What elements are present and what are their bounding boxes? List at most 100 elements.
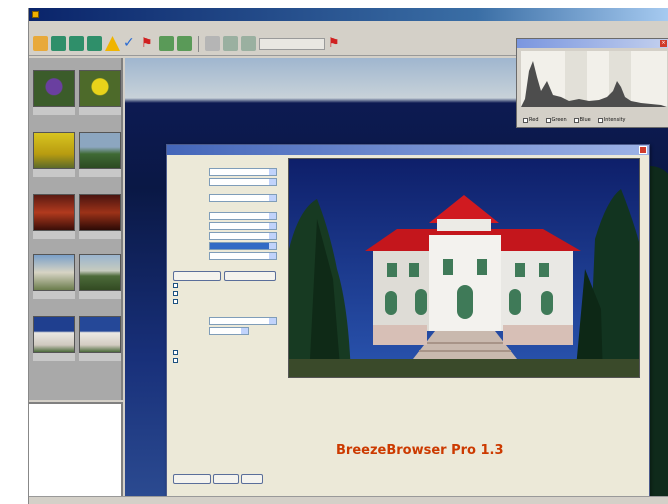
histogram-option-green[interactable]: Green (545, 117, 567, 123)
close-icon[interactable] (639, 146, 647, 154)
warning-icon[interactable] (105, 36, 120, 51)
checkbox-icon (573, 117, 579, 123)
thumbnail[interactable] (33, 254, 75, 299)
product-caption: BreezeBrowser Pro 1.3 (336, 443, 504, 458)
dropdown[interactable] (209, 326, 249, 335)
checkbox-option[interactable] (173, 348, 285, 356)
thumbnail-caption (33, 291, 75, 299)
group-output-file-name (173, 341, 285, 347)
checkbox-icon (173, 357, 178, 363)
histogram-option-red[interactable]: Red (523, 117, 539, 123)
dropdown[interactable] (209, 177, 277, 186)
thumbnail[interactable] (33, 194, 75, 239)
interior-photo-thumbnail (79, 194, 121, 231)
dropdown[interactable] (209, 251, 277, 260)
thumbnail-caption (79, 291, 121, 299)
breezebrowser-window: ✓ ⚑ ⚑ × Red Green Blue Intensity (28, 8, 668, 504)
checkbox-option[interactable] (173, 297, 285, 305)
back-icon[interactable] (223, 36, 238, 51)
group-conversion-settings (173, 160, 285, 166)
dropdown[interactable] (209, 231, 277, 240)
dropdown[interactable] (209, 221, 277, 230)
histogram-option-blue[interactable]: Blue (573, 117, 591, 123)
dropdown[interactable] (209, 167, 277, 176)
toolbar-separator (198, 35, 199, 52)
grid-icon[interactable] (69, 36, 84, 51)
checkbox-option[interactable] (173, 356, 285, 364)
thumbnail[interactable] (33, 316, 75, 361)
forward-icon[interactable] (241, 36, 256, 51)
building-photo-thumbnail (33, 316, 75, 353)
convert-button[interactable] (213, 473, 239, 484)
dropdown[interactable] (209, 316, 277, 325)
histogram-channel-options: Red Green Blue Intensity (523, 117, 626, 123)
checkbox-icon (173, 282, 178, 288)
preview-image-graphic (289, 159, 639, 377)
flag-icon[interactable]: ⚑ (328, 36, 343, 51)
flower-photo-thumbnail (79, 70, 121, 107)
status-bar (29, 496, 668, 504)
checkbox-icon (523, 117, 528, 123)
checkmark-icon[interactable]: ✓ (123, 36, 138, 51)
close-button[interactable] (241, 473, 263, 484)
interior-photo-thumbnail (33, 194, 75, 231)
image-info-panel (29, 402, 123, 496)
grid-icon[interactable] (87, 36, 102, 51)
group-output-settings (173, 309, 285, 315)
folder-icon[interactable] (33, 36, 48, 51)
checkbox-icon (173, 298, 178, 304)
search-box[interactable] (259, 37, 325, 50)
histogram-titlebar: × (517, 39, 668, 48)
thumbnail[interactable] (79, 194, 121, 239)
thumbnail[interactable] (79, 316, 121, 361)
checkbox-icon (545, 117, 551, 123)
more-settings-button[interactable] (173, 270, 221, 281)
checkbox-option[interactable] (173, 281, 285, 289)
landscape-photo-thumbnail (79, 132, 121, 169)
checkbox-option[interactable] (173, 289, 285, 297)
app-icon (32, 11, 39, 18)
window-titlebar (29, 8, 668, 21)
dropdown[interactable] (209, 211, 277, 220)
histogram-graph (521, 51, 667, 107)
web-icon[interactable] (205, 36, 220, 51)
dropdown[interactable] (209, 241, 277, 250)
dropdown[interactable] (209, 193, 277, 202)
building-with-red-roof-photo (288, 158, 640, 378)
thumbnail-caption (79, 353, 121, 361)
thumbnail-caption (33, 107, 75, 115)
thumbnail-caption (33, 353, 75, 361)
thumbnail-caption (79, 231, 121, 239)
checkbox-icon (597, 117, 603, 123)
dialog-titlebar (167, 145, 649, 155)
conversion-settings-panel (173, 158, 285, 498)
printer-icon[interactable] (159, 36, 174, 51)
building-photo-thumbnail (79, 316, 121, 353)
menu-bar (29, 21, 668, 32)
portrait-photo-thumbnail (33, 254, 75, 291)
grid-icon[interactable] (51, 36, 66, 51)
thumbnail[interactable] (79, 132, 121, 177)
close-icon[interactable]: × (660, 40, 667, 47)
thumbnail-panel (29, 58, 123, 400)
thumbnail[interactable] (33, 132, 75, 177)
convert-selected-button[interactable] (173, 473, 211, 484)
landscape-photo-thumbnail (79, 254, 121, 291)
standard-values-button[interactable] (224, 270, 276, 281)
thumbnail-caption (79, 107, 121, 115)
checkbox-icon (173, 349, 178, 355)
histogram-option-intensity[interactable]: Intensity (597, 117, 626, 123)
thumbnail-caption (79, 169, 121, 177)
histogram-window[interactable]: × Red Green Blue Intensity (516, 38, 668, 128)
printer-icon[interactable] (177, 36, 192, 51)
flowers-photo-thumbnail (33, 132, 75, 169)
group-color-adjustments (173, 204, 285, 210)
thumbnail[interactable] (33, 70, 75, 115)
flag-icon[interactable]: ⚑ (141, 36, 156, 51)
thumbnail[interactable] (79, 254, 121, 299)
thumbnail-caption (33, 231, 75, 239)
thumbnail-caption (33, 169, 75, 177)
checkbox-icon (173, 290, 178, 296)
thumbnail[interactable] (79, 70, 121, 115)
flower-photo-thumbnail (33, 70, 75, 107)
